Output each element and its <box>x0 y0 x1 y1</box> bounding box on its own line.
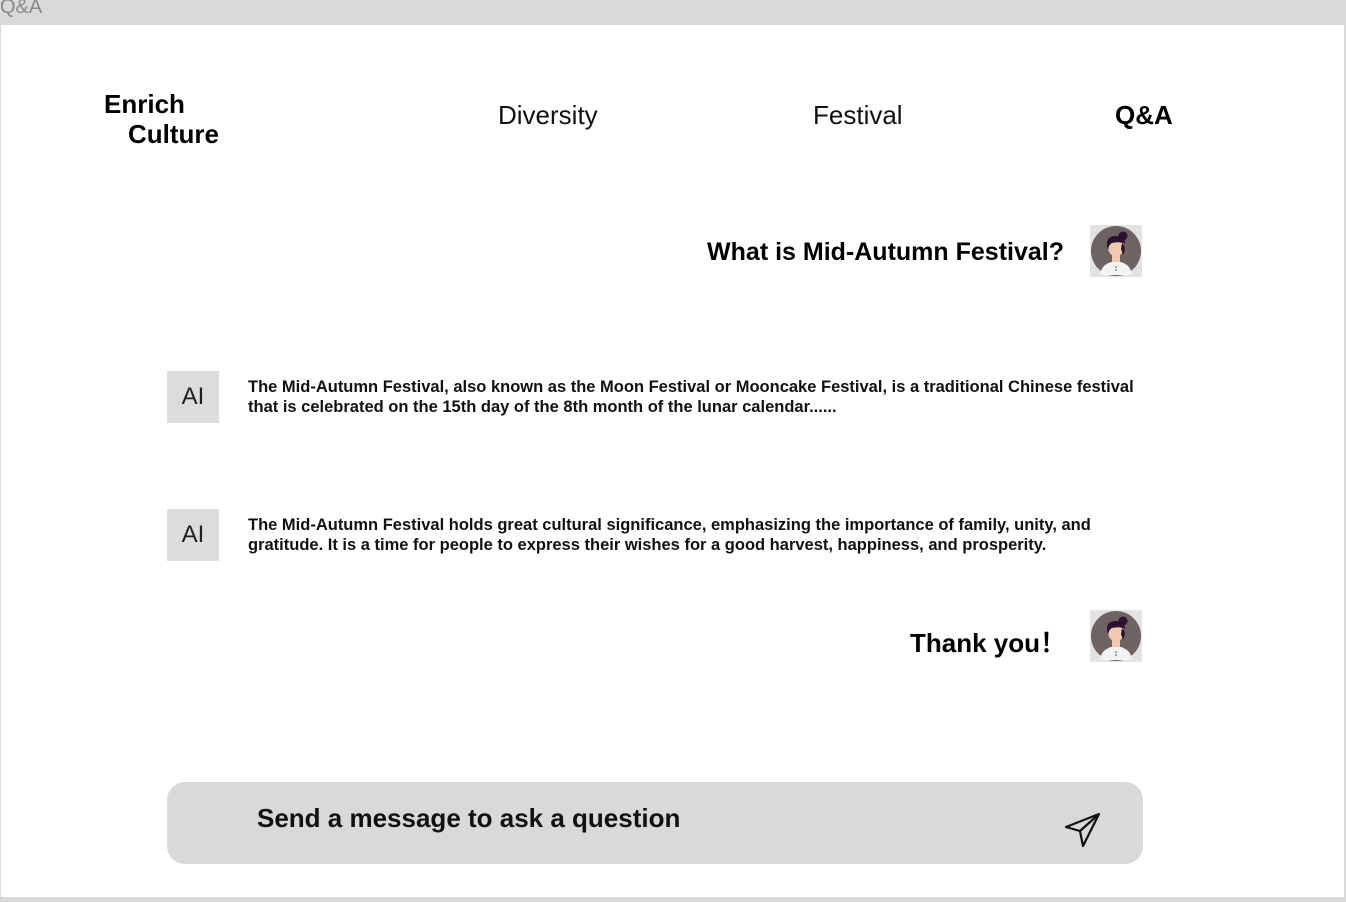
page-frame <box>1 25 1344 897</box>
brand-line-2: Culture <box>128 119 219 149</box>
user-message: Thank you！ <box>909 628 1066 658</box>
ai-message: The Mid-Autumn Festival, also known as t… <box>248 378 1134 416</box>
brand-logo[interactable]: Enrich Culture <box>104 89 219 149</box>
send-button[interactable] <box>1063 810 1103 850</box>
user-avatar-icon <box>1090 610 1142 662</box>
message-input[interactable] <box>255 802 1039 835</box>
nav-festival[interactable]: Festival <box>813 100 903 131</box>
nav-diversity[interactable]: Diversity <box>498 100 598 131</box>
frame-label: Q&A <box>0 0 43 18</box>
send-icon <box>1064 812 1101 848</box>
nav-qa-active[interactable]: Q&A <box>1115 100 1173 131</box>
user-message: What is Mid-Autumn Festival? <box>707 238 1064 266</box>
ai-badge: AI <box>167 371 219 423</box>
brand-line-1: Enrich <box>104 89 185 119</box>
message-composer <box>167 782 1143 864</box>
ai-message: The Mid-Autumn Festival holds great cult… <box>248 516 1091 554</box>
user-avatar-icon <box>1090 225 1142 277</box>
ai-badge: AI <box>167 509 219 561</box>
